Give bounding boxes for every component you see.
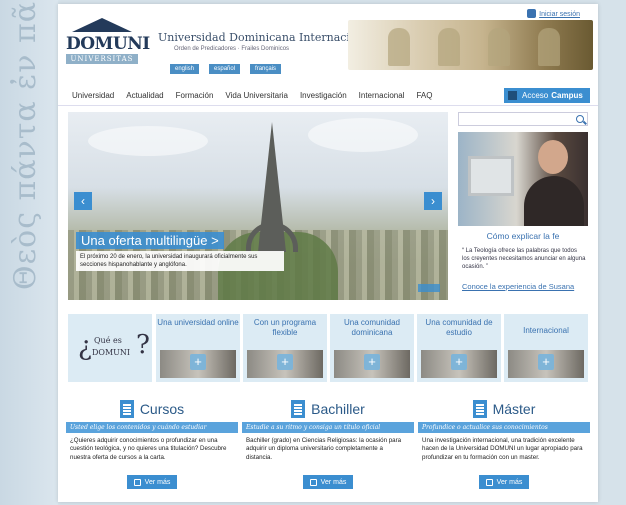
column-text: ¿Quieres adquirir conocimientos o profun… [70,437,227,461]
plus-icon[interactable]: + [364,354,380,370]
testimonial-link[interactable]: Conoce la experiencia de Susana [462,282,574,291]
column-tagline: Estudie a su ritmo y consiga un título o… [242,422,414,433]
document-icon [291,400,306,418]
column-text: Una investigación internacional, una tra… [422,437,583,461]
campus-label: Campus [551,91,583,100]
ver-mas-label: Ver más [144,478,171,486]
nav-faq[interactable]: FAQ [416,91,432,100]
tile-comunidad-dominicana[interactable]: Una comunidad dominicana + [330,314,414,382]
column-bachiller: Bachiller Estudie a su ritmo y consiga u… [242,396,414,489]
lang-francais[interactable]: français [250,64,282,74]
language-switcher: english español français [170,64,282,74]
side-greek-text: Θεὸς πάντα ἐν πᾶσιν [8,0,43,290]
plus-icon[interactable]: + [451,354,467,370]
lang-espanol[interactable]: español [209,64,241,74]
header: DOMUNI UNIVERSITAS Universidad Dominican… [58,4,598,82]
person-body [524,176,584,226]
que-es-label: Qué es [94,336,122,345]
check-icon [485,478,493,486]
nav-vida-universitaria[interactable]: Vida Universitaria [225,91,288,100]
column-tagline: Usted elige los contenidos y cuándo estu… [66,422,238,433]
column-master: Máster Profundice o actualice sus conoci… [418,396,590,489]
campus-access-button[interactable]: Acceso Campus [504,88,590,103]
document-check-icon [472,400,487,418]
university-subtitle: Orden de Predicadores · Frailes Dominico… [174,46,290,52]
person-face [538,140,568,174]
column-tagline: Profundice o actualice sus conocimientos [418,422,590,433]
column-text: Bachiller (grado) en Ciencias Religiosas… [246,437,402,461]
column-header: Máster [418,396,590,422]
search-icon[interactable] [576,115,584,123]
nav-internacional[interactable]: Internacional [359,91,405,100]
feature-tiles: ¿ Qué es DOMUNI ? Una universidad online… [68,314,588,382]
tile-programa-flexible[interactable]: Con un programa flexible + [243,314,327,382]
testimonial-title: Cómo explicar la fe [486,231,560,241]
page: DOMUNI UNIVERSITAS Universidad Dominican… [58,4,598,502]
hero-slider[interactable]: ‹ › Una oferta multilingüe > El próximo … [68,112,448,300]
hero-caption: Una oferta multilingüe > El próximo 20 d… [76,232,284,272]
tile-comunidad-estudio[interactable]: Una comunidad de estudio + [417,314,501,382]
mosaic-figure [388,28,410,66]
plus-icon[interactable]: + [277,354,293,370]
bookmark-icon [309,478,317,486]
mosaic-figure [488,28,510,66]
ver-mas-label: Ver más [320,478,347,486]
mosaic-figure [438,28,460,66]
slider-indicator[interactable] [418,284,440,292]
testimonial-photo [458,132,588,226]
login-icon[interactable] [527,9,536,18]
nav-formacion[interactable]: Formación [176,91,214,100]
column-header: Bachiller [242,396,414,422]
tile-que-es-domuni[interactable]: ¿ Qué es DOMUNI ? [68,314,152,382]
tile-label: Una comunidad de estudio [425,318,493,337]
hero-description: El próximo 20 de enero, la universidad i… [76,251,284,272]
header-mosaic-image [348,20,593,70]
slider-next-icon[interactable]: › [424,192,442,210]
column-title[interactable]: Máster [493,401,536,417]
plus-icon[interactable]: + [538,354,554,370]
nav-investigacion[interactable]: Investigación [300,91,347,100]
question-open-mark: ¿ [78,332,92,362]
tile-label: Internacional [523,326,569,335]
ver-mas-button[interactable]: Ver más [303,475,353,489]
mosaic-figure [538,28,560,66]
login-link[interactable]: Iniciar sesión [539,11,580,18]
ver-mas-label: Ver más [496,478,523,486]
tile-label: Con un programa flexible [253,318,317,337]
ver-mas-button[interactable]: Ver más [127,475,177,489]
hero-title[interactable]: Una oferta multilingüe > [76,232,224,249]
nav-actualidad[interactable]: Actualidad [126,91,163,100]
tile-internacional[interactable]: Internacional + [504,314,588,382]
university-title: Universidad Dominicana Internacional [158,31,374,44]
plus-icon[interactable]: + [190,354,206,370]
nav-universidad[interactable]: Universidad [72,91,114,100]
tile-label: Una comunidad dominicana [343,318,401,337]
testimonial-quote: “ La Teología ofrece las palabras que to… [462,248,586,271]
monitor [468,156,514,196]
column-title[interactable]: Bachiller [311,401,365,417]
cloud [88,126,208,156]
que-domuni-label: DOMUNI [92,348,131,357]
slider-prev-icon[interactable]: ‹ [74,192,92,210]
column-title[interactable]: Cursos [140,401,184,417]
tile-label: Una universidad online [157,318,239,327]
ver-mas-button[interactable]: Ver más [479,475,529,489]
decorative-side-band: Θεὸς πάντα ἐν πᾶσιν [0,0,58,505]
column-cursos: Cursos Usted elige los contenidos y cuán… [66,396,238,489]
campus-icon [508,91,517,100]
document-icon [119,400,134,418]
search-input[interactable] [458,112,588,126]
lang-english[interactable]: english [170,64,200,74]
document-icon [133,478,141,486]
column-header: Cursos [66,396,238,422]
tile-universidad-online[interactable]: Una universidad online + [156,314,240,382]
campus-prefix: Acceso [522,91,549,100]
logo-roof-icon [72,18,132,32]
cloud [308,118,418,152]
logo-text: DOMUNI [66,34,150,54]
logo[interactable]: DOMUNI UNIVERSITAS [66,18,150,66]
question-close-mark: ? [136,330,150,360]
logo-subtext: UNIVERSITAS [66,54,138,64]
